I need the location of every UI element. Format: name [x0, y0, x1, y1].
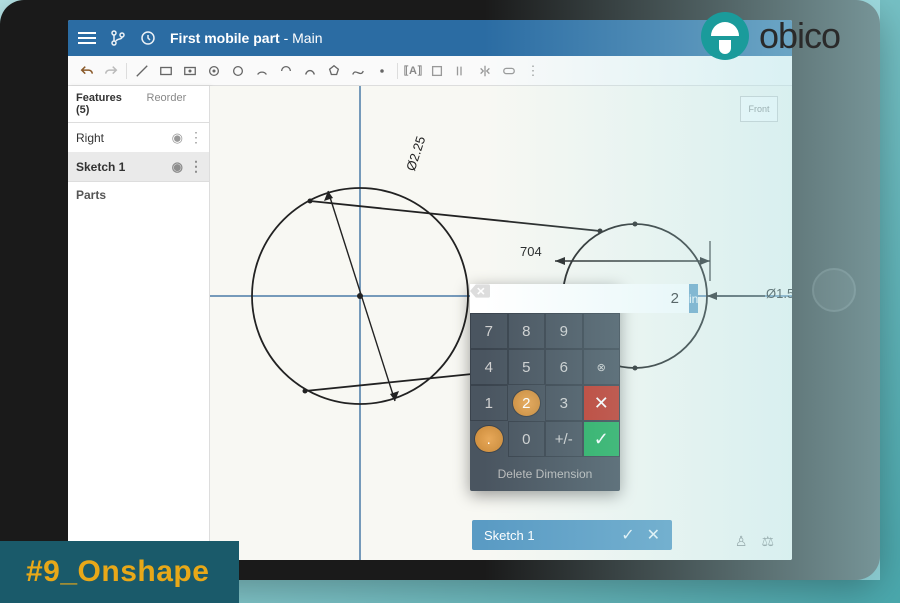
menu-icon[interactable] [78, 32, 96, 44]
arc-tool[interactable] [251, 60, 273, 82]
key-backspace[interactable] [583, 313, 621, 349]
sketch-canvas[interactable]: Ø2.25 704 Ø1.5 Front in 7 8 9 4 5 [210, 86, 792, 560]
offset-tool[interactable] [450, 60, 472, 82]
tablet-frame: First mobile part - Main ⟦A⟧ ⋮ [0, 0, 880, 580]
more-icon[interactable]: ⋮ [189, 129, 201, 146]
sketch-bar-label: Sketch 1 [484, 528, 535, 543]
center-circle-tool[interactable] [203, 60, 225, 82]
key-9[interactable]: 9 [545, 313, 583, 349]
parts-section[interactable]: Parts [68, 181, 209, 208]
sketch-confirm-bar: Sketch 1 ✓ ✕ [472, 520, 672, 550]
hashtag-text: #9_Onshape [26, 555, 209, 588]
key-cancel[interactable]: ✕ [583, 385, 621, 421]
feature-sidebar: Features (5) Reorder Right ◉ ⋮ Sketch 1 … [68, 86, 210, 560]
key-6[interactable]: 6 [545, 349, 583, 385]
three-point-circle-tool[interactable] [227, 60, 249, 82]
three-point-arc-tool[interactable] [299, 60, 321, 82]
hashtag-banner: #9_Onshape [0, 541, 239, 603]
key-3[interactable]: 3 [545, 385, 583, 421]
slot-tool[interactable] [498, 60, 520, 82]
more-icon[interactable]: ⋮ [189, 158, 201, 175]
dimension-input-panel: in 7 8 9 4 5 6 ⊗ 1 2 3 ✕ [470, 284, 620, 491]
more-tool[interactable]: ⋮ [522, 60, 544, 82]
key-5[interactable]: 5 [508, 349, 546, 385]
key-8[interactable]: 8 [508, 313, 546, 349]
visibility-icon[interactable]: ◉ [172, 130, 183, 146]
key-plusminus[interactable]: +/- [545, 421, 583, 457]
key-clear-icon[interactable]: ⊗ [583, 349, 621, 385]
feature-label: Sketch 1 [76, 160, 125, 174]
delete-dimension-button[interactable]: Delete Dimension [470, 457, 620, 491]
features-tab[interactable]: Features (5) [68, 86, 139, 122]
feature-item-right[interactable]: Right ◉ ⋮ [68, 123, 209, 152]
undo-button[interactable] [76, 60, 98, 82]
dimension-label-diameter-right[interactable]: Ø1.5 [766, 286, 792, 301]
visibility-icon[interactable]: ◉ [172, 159, 183, 175]
sketch-cancel-icon[interactable]: ✕ [647, 525, 660, 545]
app-screen: First mobile part - Main ⟦A⟧ ⋮ [68, 20, 792, 560]
use-tool[interactable] [426, 60, 448, 82]
corner-rect-tool[interactable] [155, 60, 177, 82]
obico-owl-icon [701, 12, 749, 60]
dimension-unit-label[interactable]: in [689, 284, 698, 313]
key-0[interactable]: 0 [508, 421, 546, 457]
key-4[interactable]: 4 [470, 349, 508, 385]
key-1[interactable]: 1 [470, 385, 508, 421]
numeric-keypad: 7 8 9 4 5 6 ⊗ 1 2 3 ✕ . 0 +/- [470, 313, 620, 457]
tangent-arc-tool[interactable] [275, 60, 297, 82]
key-dot[interactable]: . [474, 425, 504, 453]
sketch-toolbar: ⟦A⟧ ⋮ [68, 56, 792, 86]
key-confirm[interactable]: ✓ [583, 421, 621, 457]
view-cube[interactable]: Front [740, 96, 778, 122]
dimension-value-input[interactable] [470, 284, 689, 313]
document-title[interactable]: First mobile part - Main [170, 30, 323, 46]
mirror-tool[interactable] [474, 60, 496, 82]
key-7[interactable]: 7 [470, 313, 508, 349]
bottom-corner-icons: ♙ ⚖ [735, 533, 774, 550]
history-icon[interactable] [140, 30, 156, 46]
point-tool[interactable] [371, 60, 393, 82]
key-2[interactable]: 2 [512, 389, 542, 417]
dimension-label-horizontal[interactable]: 704 [520, 244, 542, 259]
redo-button[interactable] [100, 60, 122, 82]
feature-label: Right [76, 131, 104, 145]
feature-item-sketch1[interactable]: Sketch 1 ◉ ⋮ [68, 152, 209, 181]
obico-logo: obico [701, 12, 840, 60]
center-rect-tool[interactable] [179, 60, 201, 82]
scale-icon[interactable]: ⚖ [761, 533, 774, 550]
dimension-tool[interactable]: ⟦A⟧ [402, 60, 424, 82]
branch-icon[interactable] [110, 30, 126, 46]
spline-tool[interactable] [347, 60, 369, 82]
obico-brand-text: obico [759, 15, 840, 57]
app-header: First mobile part - Main [68, 20, 792, 56]
person-icon[interactable]: ♙ [735, 533, 748, 550]
sketch-accept-icon[interactable]: ✓ [621, 525, 634, 545]
workspace: Features (5) Reorder Right ◉ ⋮ Sketch 1 … [68, 86, 792, 560]
polygon-tool[interactable] [323, 60, 345, 82]
home-button[interactable] [812, 268, 856, 312]
reorder-tab[interactable]: Reorder [139, 86, 210, 122]
line-tool[interactable] [131, 60, 153, 82]
